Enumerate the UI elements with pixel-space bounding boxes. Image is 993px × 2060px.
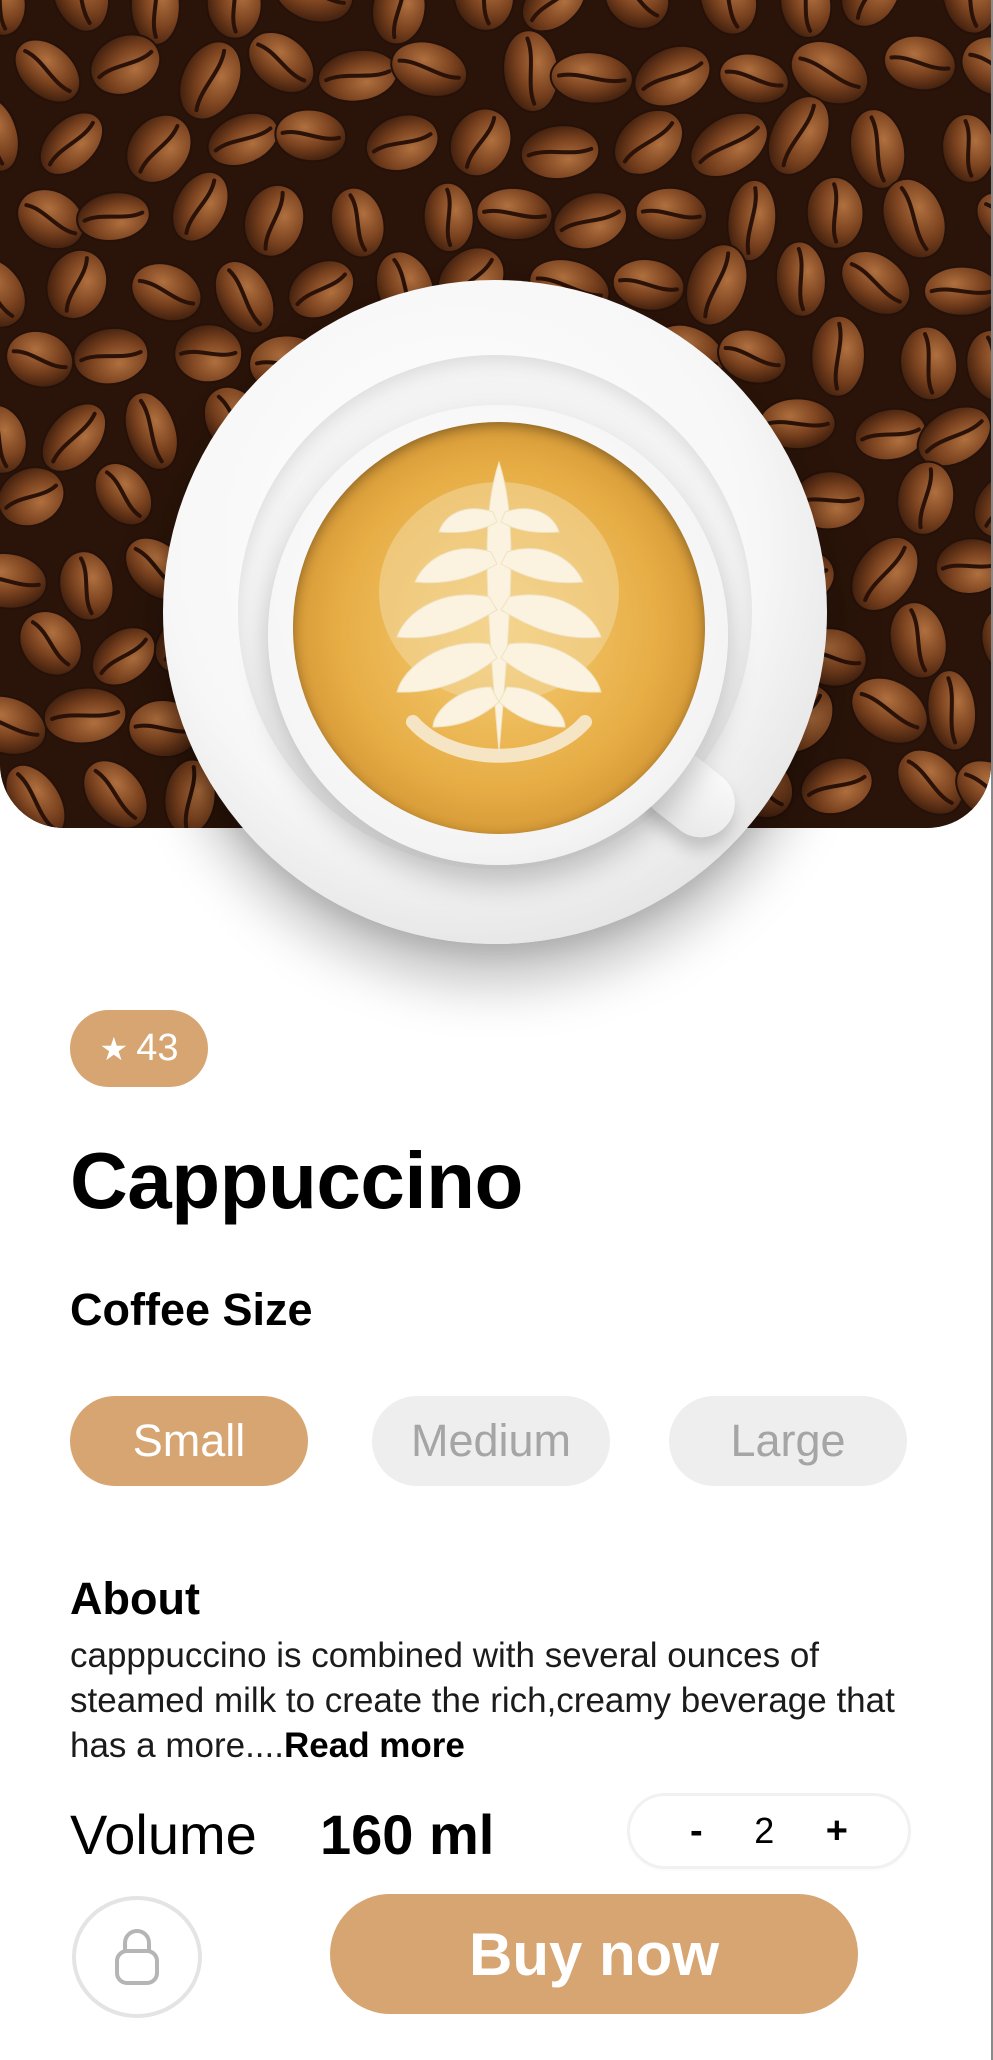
- product-title: Cappuccino: [70, 1136, 523, 1225]
- rating-value: 43: [136, 1027, 179, 1069]
- quantity-stepper: - 2 +: [630, 1796, 908, 1866]
- buy-now-button[interactable]: Buy now: [330, 1894, 858, 2014]
- coffee-bean: [923, 265, 991, 317]
- decrement-button[interactable]: -: [690, 1810, 703, 1853]
- latte-art: [293, 422, 705, 834]
- about-text: capppuccino is combined with several oun…: [70, 1636, 895, 1765]
- increment-button[interactable]: +: [826, 1810, 848, 1853]
- volume-label: Volume: [70, 1803, 257, 1866]
- volume-value: 160 ml: [320, 1803, 495, 1866]
- about-description: capppuccino is combined with several oun…: [70, 1633, 950, 1768]
- lock-icon: [115, 1929, 159, 1985]
- size-option-large[interactable]: Large: [669, 1396, 907, 1486]
- product-detail-screen: ★ 43 Cappuccino Coffee Size Small Medium…: [0, 0, 993, 2060]
- about-heading: About: [70, 1573, 200, 1624]
- latte-art-image: [379, 460, 619, 763]
- size-option-medium[interactable]: Medium: [372, 1396, 610, 1486]
- quantity-value: 2: [754, 1810, 775, 1851]
- rating-badge: ★ 43: [70, 1010, 208, 1087]
- coffee-bean: [173, 323, 244, 384]
- lock-button[interactable]: [72, 1896, 202, 2018]
- size-option-small[interactable]: Small: [70, 1396, 308, 1486]
- star-icon: ★: [99, 1030, 129, 1067]
- read-more-link[interactable]: Read more: [284, 1726, 465, 1765]
- coffee-size-heading: Coffee Size: [70, 1284, 313, 1335]
